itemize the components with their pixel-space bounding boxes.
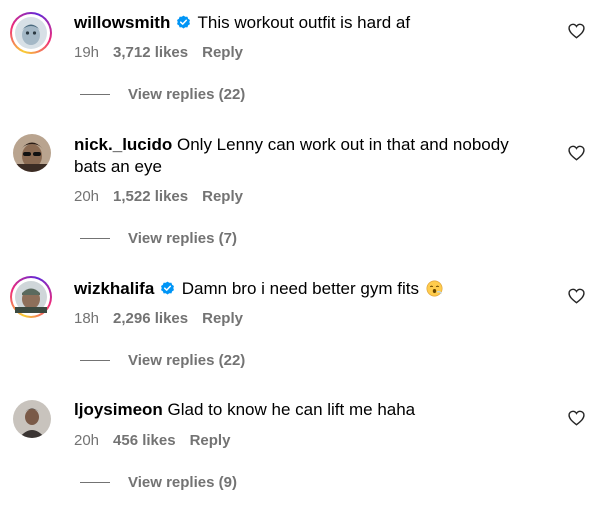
- view-replies-label: View replies (22): [128, 86, 246, 103]
- verified-badge-icon: [161, 281, 175, 295]
- heart-outline-icon[interactable]: [568, 145, 585, 161]
- comment-text: ljoysimeon Glad to know he can lift me h…: [74, 399, 544, 421]
- likes-count[interactable]: 456 likes: [113, 432, 176, 449]
- heart-outline-icon[interactable]: [568, 410, 585, 426]
- avatar-image: [15, 281, 47, 313]
- view-replies-button[interactable]: View replies (9): [80, 474, 237, 491]
- avatar-image: [13, 134, 51, 172]
- divider-line: [80, 482, 110, 483]
- reply-button[interactable]: Reply: [202, 44, 243, 61]
- username[interactable]: willowsmith: [74, 13, 170, 32]
- view-replies-button[interactable]: View replies (22): [80, 352, 245, 369]
- avatar[interactable]: [10, 276, 52, 318]
- avatar[interactable]: [10, 12, 52, 54]
- exhale-face-emoji: [426, 280, 443, 303]
- comment-text: wizkhalifa Damn bro i need better gym fi…: [74, 278, 544, 303]
- heart-outline-icon[interactable]: [568, 288, 585, 304]
- view-replies-button[interactable]: View replies (22): [80, 86, 245, 103]
- likes-count[interactable]: 3,712 likes: [113, 44, 188, 61]
- view-replies-label: View replies (9): [128, 474, 237, 491]
- username[interactable]: ljoysimeon: [74, 400, 163, 419]
- username[interactable]: nick._lucido: [74, 135, 172, 154]
- avatar-image: [15, 17, 47, 49]
- comment-meta: 19h 3,712 likes Reply: [74, 44, 243, 61]
- reply-button[interactable]: Reply: [190, 432, 231, 449]
- heart-outline-icon[interactable]: [568, 23, 585, 39]
- comment-body: Glad to know he can lift me haha: [167, 400, 416, 419]
- comment-meta: 20h 456 likes Reply: [74, 432, 230, 449]
- likes-count[interactable]: 2,296 likes: [113, 310, 188, 327]
- avatar[interactable]: [13, 400, 51, 438]
- comment-meta: 20h 1,522 likes Reply: [74, 188, 243, 205]
- timestamp[interactable]: 20h: [74, 432, 99, 449]
- comment-text: willowsmith This workout outfit is hard …: [74, 12, 544, 34]
- divider-line: [80, 238, 110, 239]
- avatar[interactable]: [13, 134, 51, 172]
- likes-count[interactable]: 1,522 likes: [113, 188, 188, 205]
- view-replies-label: View replies (22): [128, 352, 246, 369]
- timestamp[interactable]: 18h: [74, 310, 99, 327]
- divider-line: [80, 360, 110, 361]
- avatar-image: [13, 400, 51, 438]
- comment-body: Damn bro i need better gym fits: [181, 279, 419, 298]
- view-replies-label: View replies (7): [128, 230, 237, 247]
- comment-text: nick._lucido Only Lenny can work out in …: [74, 134, 544, 178]
- comment-body: This workout outfit is hard af: [197, 13, 411, 32]
- reply-button[interactable]: Reply: [202, 310, 243, 327]
- comment-meta: 18h 2,296 likes Reply: [74, 310, 243, 327]
- timestamp[interactable]: 19h: [74, 44, 99, 61]
- verified-badge-icon: [177, 15, 191, 29]
- timestamp[interactable]: 20h: [74, 188, 99, 205]
- view-replies-button[interactable]: View replies (7): [80, 230, 237, 247]
- divider-line: [80, 94, 110, 95]
- reply-button[interactable]: Reply: [202, 188, 243, 205]
- username[interactable]: wizkhalifa: [74, 279, 154, 298]
